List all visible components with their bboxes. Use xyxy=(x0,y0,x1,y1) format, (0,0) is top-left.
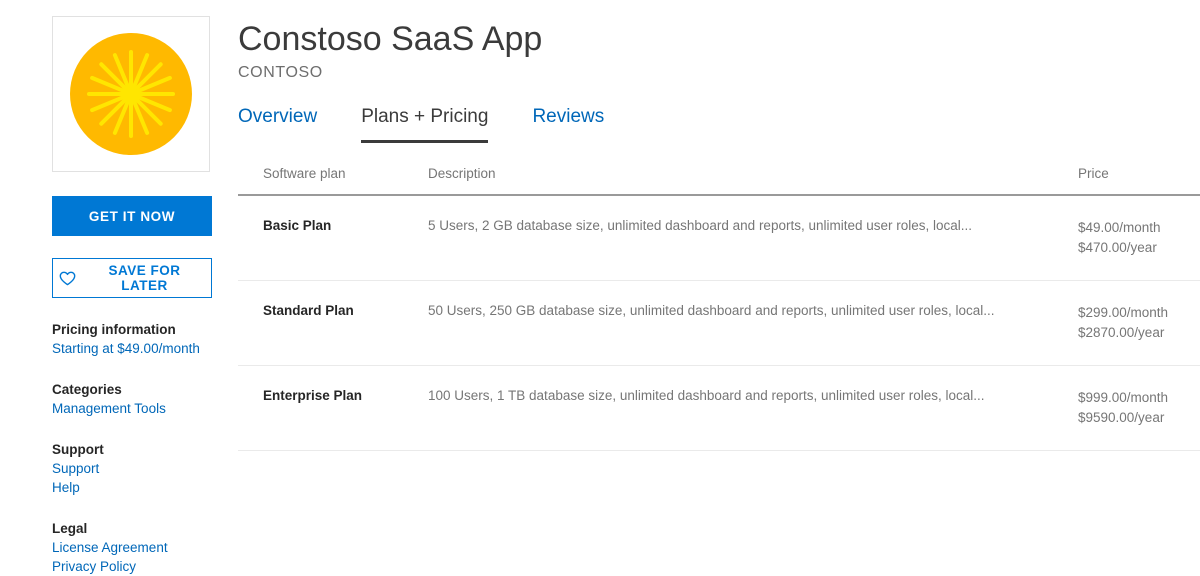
save-for-later-label: SAVE FOR LATER xyxy=(84,263,205,293)
table-header: Software plan Description Price xyxy=(238,166,1200,195)
column-header-description: Description xyxy=(428,166,1078,195)
plan-name: Standard Plan xyxy=(263,303,354,318)
sidebar-section-title: Categories xyxy=(52,380,212,399)
plans-pricing-table: Software plan Description Price Basic Pl… xyxy=(238,166,1200,451)
column-header-software-plan: Software plan xyxy=(238,166,428,195)
get-it-now-button[interactable]: GET IT NOW xyxy=(52,196,212,236)
publisher-name: CONTOSO xyxy=(238,60,1200,84)
tab-overview[interactable]: Overview xyxy=(238,104,317,143)
sidebar-section-pricing-information: Pricing information Starting at $49.00/m… xyxy=(52,320,212,358)
offer-sidebar: GET IT NOW SAVE FOR LATER Pricing inform… xyxy=(52,16,212,576)
table-row[interactable]: Enterprise Plan 100 Users, 1 TB database… xyxy=(238,366,1200,451)
sidebar-link-management-tools[interactable]: Management Tools xyxy=(52,399,212,418)
plan-price-monthly: $49.00/month xyxy=(1078,218,1200,238)
sidebar-link-privacy-policy[interactable]: Privacy Policy xyxy=(52,557,212,576)
sidebar-section-title: Pricing information xyxy=(52,320,212,339)
sidebar-section-title: Legal xyxy=(52,519,212,538)
plan-name: Enterprise Plan xyxy=(263,388,362,403)
sidebar-section-legal: Legal License Agreement Privacy Policy xyxy=(52,519,212,576)
sidebar-link-starting-price[interactable]: Starting at $49.00/month xyxy=(52,339,212,358)
sidebar-link-support[interactable]: Support xyxy=(52,459,212,478)
table-header-row: Software plan Description Price xyxy=(238,166,1200,195)
plan-price-yearly: $2870.00/year xyxy=(1078,323,1200,343)
sidebar-section-categories: Categories Management Tools xyxy=(52,380,212,418)
sidebar-link-license-agreement[interactable]: License Agreement xyxy=(52,538,212,557)
sidebar-section-support: Support Support Help xyxy=(52,440,212,497)
sunburst-logo-icon xyxy=(68,31,194,157)
plan-description: 100 Users, 1 TB database size, unlimited… xyxy=(428,388,1078,403)
marketplace-offer-page: GET IT NOW SAVE FOR LATER Pricing inform… xyxy=(0,0,1200,565)
plan-name: Basic Plan xyxy=(263,218,331,233)
plan-description: 50 Users, 250 GB database size, unlimite… xyxy=(428,303,1078,318)
plan-description: 5 Users, 2 GB database size, unlimited d… xyxy=(428,218,1078,233)
column-header-price: Price xyxy=(1078,166,1200,195)
offer-main-content: Constoso SaaS App CONTOSO Overview Plans… xyxy=(238,0,1200,451)
table-row[interactable]: Basic Plan 5 Users, 2 GB database size, … xyxy=(238,195,1200,281)
table-row[interactable]: Standard Plan 50 Users, 250 GB database … xyxy=(238,281,1200,366)
plan-price-yearly: $470.00/year xyxy=(1078,238,1200,258)
tab-reviews[interactable]: Reviews xyxy=(532,104,604,143)
page-title: Constoso SaaS App xyxy=(238,0,1200,60)
plan-price-monthly: $299.00/month xyxy=(1078,303,1200,323)
plan-price-monthly: $999.00/month xyxy=(1078,388,1200,408)
offer-tabs: Overview Plans + Pricing Reviews xyxy=(238,104,1200,148)
sidebar-section-title: Support xyxy=(52,440,212,459)
heart-icon xyxy=(59,271,76,286)
product-logo-box xyxy=(52,16,210,172)
plan-price-yearly: $9590.00/year xyxy=(1078,408,1200,428)
table-body: Basic Plan 5 Users, 2 GB database size, … xyxy=(238,195,1200,451)
save-for-later-button[interactable]: SAVE FOR LATER xyxy=(52,258,212,298)
sidebar-link-help[interactable]: Help xyxy=(52,478,212,497)
tab-plans-pricing[interactable]: Plans + Pricing xyxy=(361,104,488,143)
get-it-now-label: GET IT NOW xyxy=(89,209,175,224)
